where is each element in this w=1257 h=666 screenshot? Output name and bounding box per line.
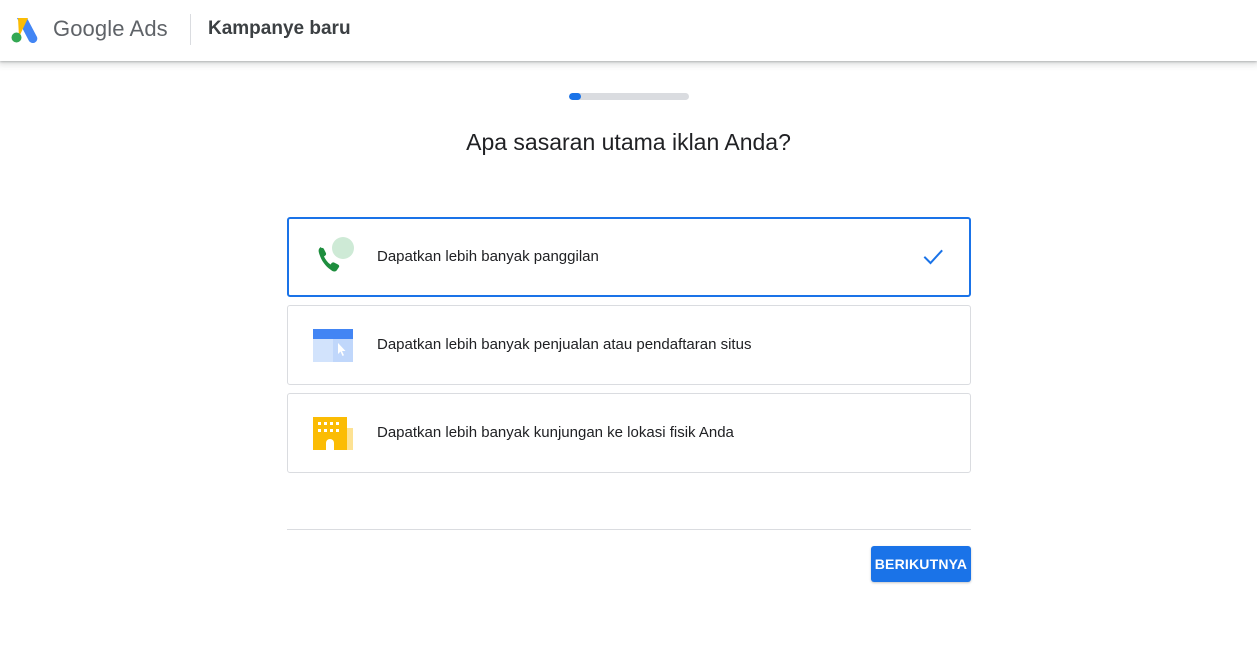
store-building-icon	[313, 417, 353, 450]
brand-name[interactable]: Google Ads	[53, 16, 168, 42]
phone-call-icon	[318, 237, 354, 272]
footer-divider	[287, 529, 971, 530]
check-icon	[923, 249, 943, 265]
progress-bar	[569, 93, 689, 100]
goal-option-website[interactable]: Dapatkan lebih banyak penjualan atau pen…	[287, 305, 971, 385]
next-button[interactable]: BERIKUTNYA	[871, 546, 971, 582]
google-ads-logo-icon[interactable]	[10, 15, 42, 43]
goal-option-label: Dapatkan lebih banyak panggilan	[377, 248, 599, 265]
goal-option-label: Dapatkan lebih banyak kunjungan ke lokas…	[377, 424, 734, 441]
website-click-icon	[313, 329, 353, 362]
goal-option-label: Dapatkan lebih banyak penjualan atau pen…	[377, 336, 752, 353]
page-title: Kampanye baru	[208, 18, 351, 39]
top-app-bar: Google Ads Kampanye baru	[0, 0, 1257, 61]
goal-option-calls[interactable]: Dapatkan lebih banyak panggilan	[287, 217, 971, 297]
goal-option-store-visits[interactable]: Dapatkan lebih banyak kunjungan ke lokas…	[287, 393, 971, 473]
progress-fill	[569, 93, 581, 100]
question-heading: Apa sasaran utama iklan Anda?	[466, 129, 791, 155]
header-divider	[190, 14, 191, 45]
